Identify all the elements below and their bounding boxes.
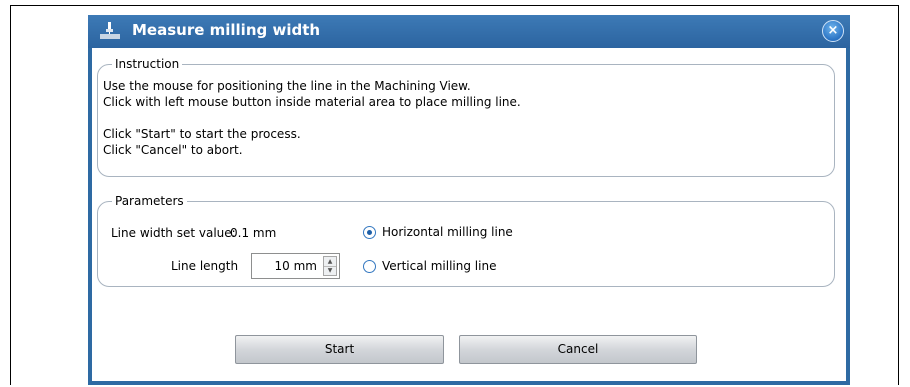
stepper-down-icon[interactable]: ▼ xyxy=(324,266,336,275)
instruction-group: Instruction Use the mouse for positionin… xyxy=(97,56,835,177)
instruction-line xyxy=(103,110,521,126)
instruction-line: Click with left mouse button inside mate… xyxy=(103,95,521,109)
measure-milling-width-dialog: Measure milling width × Instruction Use … xyxy=(88,15,850,385)
instruction-text: Use the mouse for positioning the line i… xyxy=(103,78,521,158)
line-length-label: Line length xyxy=(171,259,239,273)
line-width-label: Line width set value: xyxy=(111,226,236,240)
vertical-milling-line-label[interactable]: Vertical milling line xyxy=(382,259,496,273)
instruction-group-title: Instruction xyxy=(112,56,183,72)
line-width-value: 0.1 mm xyxy=(230,226,277,240)
horizontal-milling-line-label[interactable]: Horizontal milling line xyxy=(382,225,513,239)
close-icon: × xyxy=(827,23,839,38)
milling-tool-icon xyxy=(100,22,120,39)
dialog-title: Measure milling width xyxy=(132,21,321,39)
line-length-value[interactable]: 10 mm xyxy=(275,259,317,273)
instruction-line: Click "Start" to start the process. xyxy=(103,127,301,141)
instruction-line: Use the mouse for positioning the line i… xyxy=(103,79,471,93)
cancel-button[interactable]: Cancel xyxy=(459,335,697,364)
parameters-group-title: Parameters xyxy=(112,193,187,209)
close-button[interactable]: × xyxy=(822,20,844,42)
title-bar[interactable]: Measure milling width × xyxy=(88,15,850,48)
stepper-arrows: ▲ ▼ xyxy=(323,256,337,276)
horizontal-milling-line-radio[interactable] xyxy=(363,226,376,239)
dialog-content: Instruction Use the mouse for positionin… xyxy=(92,48,846,381)
start-button[interactable]: Start xyxy=(235,335,444,364)
line-length-stepper[interactable]: 10 mm ▲ ▼ xyxy=(251,253,340,279)
parameters-group: Parameters Line width set value: 0.1 mm … xyxy=(97,193,835,287)
vertical-milling-line-radio[interactable] xyxy=(363,260,376,273)
instruction-line: Click "Cancel" to abort. xyxy=(103,143,243,157)
